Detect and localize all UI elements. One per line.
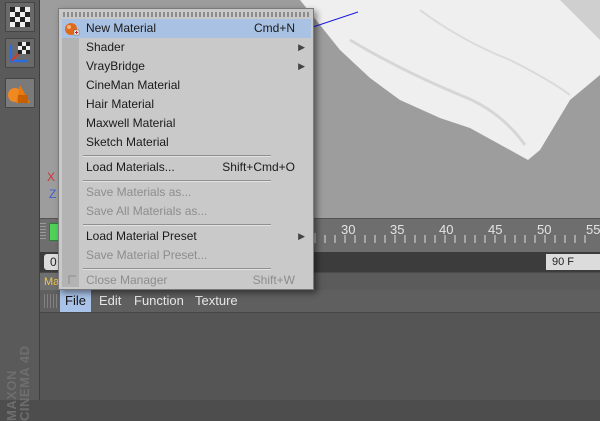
menu-item-shader[interactable]: Shader ▶ bbox=[62, 38, 311, 57]
menu-item-label: CineMan Material bbox=[86, 78, 181, 92]
menu-item-new-material[interactable]: New Material Cmd+N bbox=[62, 19, 311, 38]
menu-file[interactable]: File bbox=[60, 290, 91, 312]
menu-item-hair-material[interactable]: Hair Material bbox=[62, 95, 311, 114]
menu-item-save-all-materials-as[interactable]: Save All Materials as... bbox=[62, 202, 311, 221]
menu-separator bbox=[83, 224, 271, 226]
menu-texture[interactable]: Texture bbox=[190, 290, 243, 312]
submenu-arrow-icon: ▶ bbox=[298, 42, 305, 52]
submenu-arrow-icon: ▶ bbox=[298, 61, 305, 71]
menu-item-close-manager[interactable]: Close Manager Shift+W bbox=[62, 271, 311, 290]
axis-x-label: X bbox=[47, 170, 56, 184]
menu-item-vraybridge[interactable]: VrayBridge ▶ bbox=[62, 57, 311, 76]
new-material-icon bbox=[65, 23, 80, 36]
timeline-tick-label: 55 bbox=[586, 222, 600, 237]
menu-edit[interactable]: Edit bbox=[94, 290, 126, 312]
menu-item-label: New Material bbox=[86, 21, 157, 35]
menu-item-label: Sketch Material bbox=[86, 135, 169, 149]
menu-item-label: Shader bbox=[86, 40, 125, 54]
menu-item-save-materials-as[interactable]: Save Materials as... bbox=[62, 183, 311, 202]
menu-separator bbox=[83, 155, 271, 157]
timeline-tick-label: 40 bbox=[439, 222, 454, 237]
end-frame-field[interactable]: 90 F bbox=[546, 254, 600, 270]
menu-separator bbox=[83, 180, 271, 182]
menu-item-label: Hair Material bbox=[86, 97, 155, 111]
material-shapes-icon[interactable] bbox=[5, 78, 35, 108]
menu-item-shortcut: Cmd+N bbox=[253, 21, 295, 35]
menu-item-label: Load Material Preset bbox=[86, 229, 197, 243]
brand-line-2: CINEMA 4D bbox=[17, 345, 32, 421]
close-manager-icon bbox=[68, 275, 76, 284]
menubar-grip[interactable] bbox=[44, 294, 58, 308]
menu-item-save-material-preset[interactable]: Save Material Preset... bbox=[62, 246, 311, 265]
menu-item-label: Save All Materials as... bbox=[86, 204, 208, 218]
left-toolbar: MAXON CINEMA 4D bbox=[0, 0, 40, 421]
menu-item-label: Close Manager bbox=[86, 273, 168, 287]
menu-item-label: VrayBridge bbox=[86, 59, 145, 73]
menu-item-load-materials[interactable]: Load Materials... Shift+Cmd+O bbox=[62, 158, 311, 177]
menu-item-label: Load Materials... bbox=[86, 160, 175, 174]
menu-item-cineman-material[interactable]: CineMan Material bbox=[62, 76, 311, 95]
timeline-tick-label: 30 bbox=[341, 222, 356, 237]
cinema4d-branding: MAXON CINEMA 4D bbox=[4, 281, 32, 421]
menu-separator bbox=[83, 268, 271, 270]
menu-item-sketch-material[interactable]: Sketch Material bbox=[62, 133, 311, 152]
timeline-tick-label: 35 bbox=[390, 222, 405, 237]
submenu-arrow-icon: ▶ bbox=[298, 231, 305, 241]
axis-z-label: Z bbox=[49, 187, 57, 201]
menu-tearoff-grip[interactable] bbox=[63, 12, 309, 17]
file-dropdown-menu: New Material Cmd+N Shader ▶ VrayBridge ▶… bbox=[58, 8, 314, 290]
checkerboard-texture-icon[interactable] bbox=[5, 2, 35, 32]
timeline-tick-label: 50 bbox=[537, 222, 552, 237]
material-manager-content[interactable] bbox=[40, 313, 600, 400]
menu-item-shortcut: Shift+Cmd+O bbox=[222, 160, 295, 174]
menu-item-maxwell-material[interactable]: Maxwell Material bbox=[62, 114, 311, 133]
material-manager-menubar: File Edit Function Texture bbox=[40, 290, 600, 313]
texture-axis-icon[interactable] bbox=[5, 38, 35, 68]
menu-item-label: Save Material Preset... bbox=[86, 248, 208, 262]
menu-item-label: Maxwell Material bbox=[86, 116, 176, 130]
menu-function[interactable]: Function bbox=[129, 290, 189, 312]
menu-item-label: Save Materials as... bbox=[86, 185, 192, 199]
menu-item-shortcut: Shift+W bbox=[252, 273, 295, 287]
menu-item-load-material-preset[interactable]: Load Material Preset ▶ bbox=[62, 227, 311, 246]
timeline-tick-label: 45 bbox=[488, 222, 503, 237]
